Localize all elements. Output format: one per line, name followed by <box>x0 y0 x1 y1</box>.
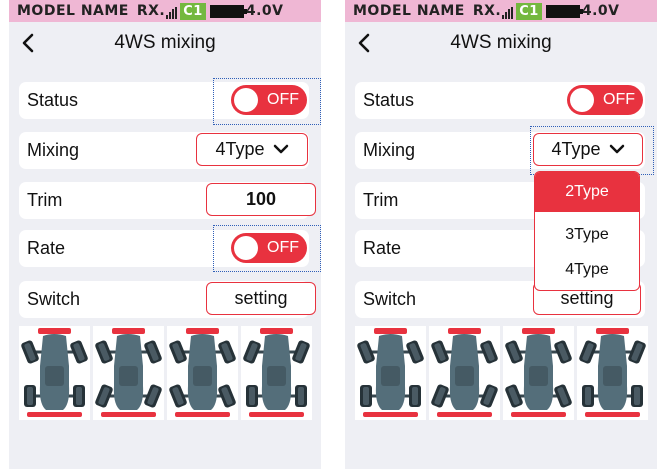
car-front-steer-icon[interactable] <box>355 326 426 420</box>
switch-label: Switch <box>27 289 81 309</box>
row-trim: Trim 100 <box>19 182 316 219</box>
mixing-label: Mixing <box>27 140 80 160</box>
status-toggle[interactable]: OFF <box>567 85 643 115</box>
car-rear-steer-icon[interactable] <box>429 326 500 420</box>
status-bar: MODEL NAME RX. C1 4.0V <box>9 0 321 22</box>
status-toggle-text: OFF <box>267 91 299 108</box>
battery-icon <box>545 4 583 18</box>
model-name: MODEL NAME <box>17 3 129 19</box>
title-bar: 4WS mixing <box>9 22 321 64</box>
signal-bars-icon <box>502 7 514 19</box>
row-mixing: Mixing 4Type <box>19 132 309 169</box>
channel-badge: C1 <box>516 2 542 20</box>
battery-voltage: 4.0V <box>581 3 620 19</box>
toggle-knob <box>234 236 258 260</box>
mixing-value: 4Type <box>215 139 265 159</box>
trim-input[interactable]: 100 <box>206 183 316 216</box>
row-mixing: Mixing 4Type <box>355 132 645 169</box>
trim-label: Trim <box>363 190 399 210</box>
status-label: Status <box>27 90 79 110</box>
rate-toggle[interactable]: OFF <box>231 233 307 263</box>
switch-value: setting <box>234 288 288 308</box>
screen-right: MODEL NAME RX. C1 4.0V 4WS mixing Status… <box>345 0 657 469</box>
rx-label: RX. <box>472 3 502 19</box>
rate-label: Rate <box>27 238 66 258</box>
toggle-knob <box>234 88 258 112</box>
car-counter-steer-icon[interactable] <box>241 326 312 420</box>
row-status: Status OFF <box>19 82 309 119</box>
switch-label: Switch <box>363 289 417 309</box>
status-toggle[interactable]: OFF <box>231 85 307 115</box>
battery-voltage: 4.0V <box>245 3 284 19</box>
trim-value: 100 <box>245 189 277 209</box>
status-label: Status <box>363 90 415 110</box>
mixing-value: 4Type <box>551 139 601 159</box>
car-rear-steer-icon[interactable] <box>93 326 164 420</box>
model-name: MODEL NAME <box>353 3 465 19</box>
rx-signal: RX. <box>472 3 514 19</box>
mixing-label: Mixing <box>363 140 416 160</box>
title-bar: 4WS mixing <box>345 22 657 64</box>
row-status: Status OFF <box>355 82 645 119</box>
signal-bars-icon <box>166 7 178 19</box>
battery-icon <box>209 4 247 18</box>
chevron-down-icon <box>609 139 625 160</box>
mixing-select[interactable]: 4Type <box>196 133 308 166</box>
rate-toggle-text: OFF <box>267 239 299 256</box>
status-toggle-text: OFF <box>603 91 635 108</box>
switch-setting-button[interactable]: setting <box>206 282 316 315</box>
dropdown-option-2type[interactable]: 2Type <box>535 172 639 212</box>
status-bar: MODEL NAME RX. C1 4.0V <box>345 0 657 22</box>
channel-badge: C1 <box>180 2 206 20</box>
car-counter-steer-icon[interactable] <box>577 326 648 420</box>
toggle-knob <box>570 88 594 112</box>
rate-label: Rate <box>363 238 402 258</box>
car-front-steer-icon[interactable] <box>19 326 90 420</box>
trim-label: Trim <box>27 190 63 210</box>
rx-signal: RX. <box>136 3 178 19</box>
switch-value: setting <box>560 288 614 308</box>
row-switch: Switch setting <box>19 281 316 318</box>
dropdown-option-3type[interactable]: 3Type <box>535 218 639 252</box>
page-title: 4WS mixing <box>114 32 216 53</box>
mixing-dropdown-menu: 2Type 3Type 4Type <box>534 171 640 291</box>
back-chevron-icon[interactable] <box>19 32 39 54</box>
back-chevron-icon[interactable] <box>355 32 375 54</box>
dropdown-option-4type[interactable]: 4Type <box>535 253 639 287</box>
car-crab-steer-icon[interactable] <box>167 326 238 420</box>
chevron-down-icon <box>273 139 289 160</box>
steering-type-strip <box>355 326 649 420</box>
row-rate: Rate OFF <box>19 230 309 267</box>
car-crab-steer-icon[interactable] <box>503 326 574 420</box>
steering-type-strip <box>19 326 313 420</box>
rx-label: RX. <box>136 3 166 19</box>
page-title: 4WS mixing <box>450 32 552 53</box>
screen-left: MODEL NAME RX. C1 4.0V 4WS mixing Status… <box>9 0 321 469</box>
mixing-select[interactable]: 4Type <box>533 133 643 166</box>
